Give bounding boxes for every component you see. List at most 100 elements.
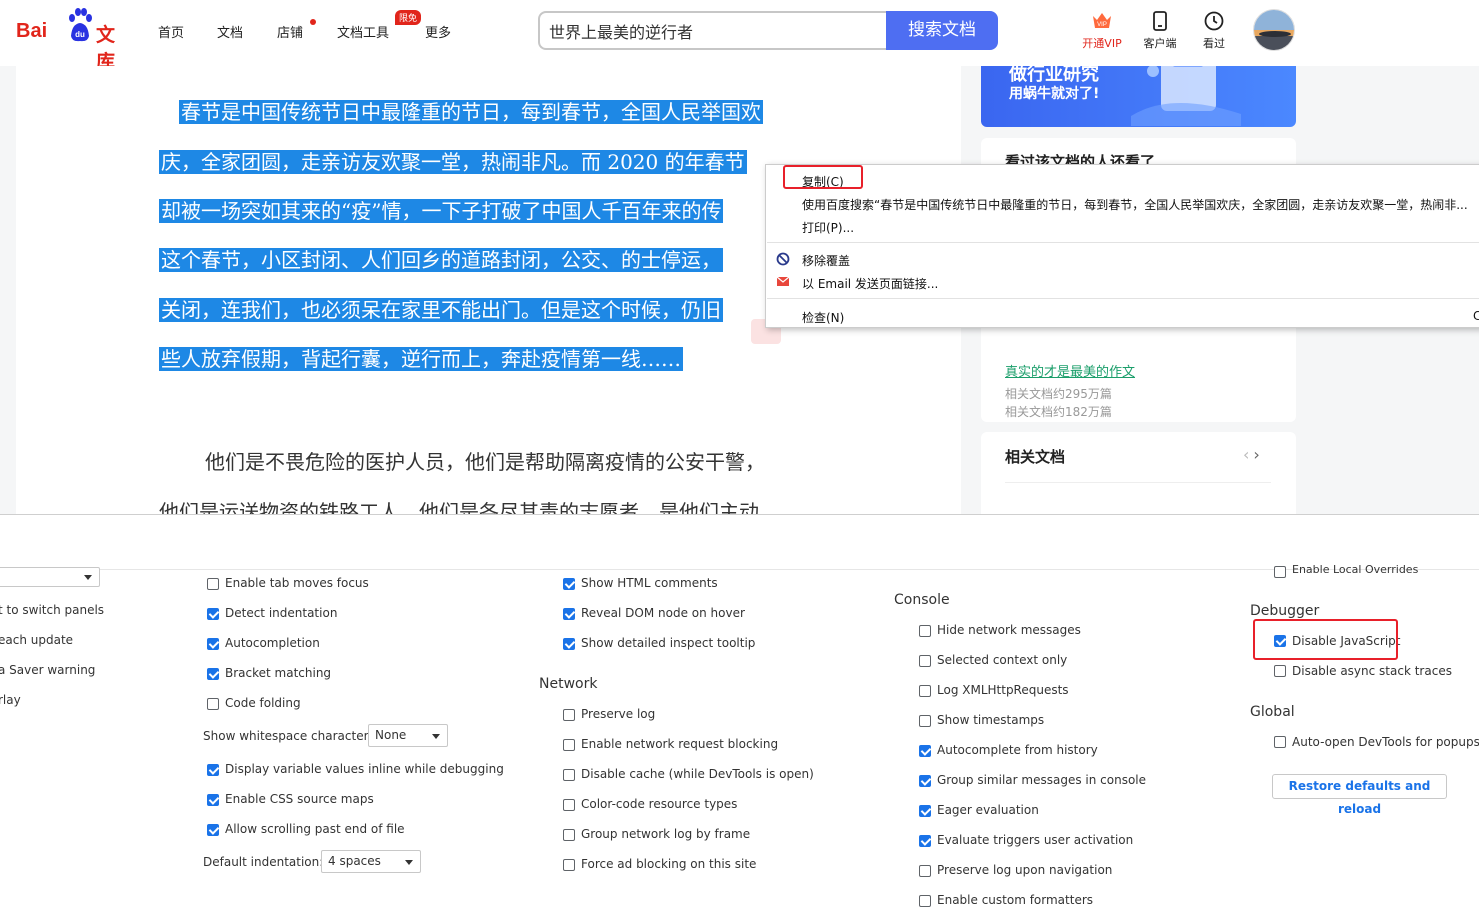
setting-checkbox[interactable]: [207, 764, 219, 776]
setting-checkbox[interactable]: [919, 745, 931, 757]
search-button[interactable]: 搜索文档: [886, 11, 998, 50]
setting-checkbox-label[interactable]: Group network log by frame: [581, 827, 750, 841]
setting-checkbox[interactable]: [919, 805, 931, 817]
menu-item-baidu-search[interactable]: 使用百度搜索“春节是中国传统节日中最隆重的节日，每到春节，全国人民举国欢庆，全家…: [802, 196, 1468, 213]
whitespace-select[interactable]: None: [368, 724, 448, 747]
baidu-paw-icon: du: [69, 8, 92, 42]
nav-shop[interactable]: 店铺: [277, 22, 303, 41]
setting-checkbox-label[interactable]: Enable CSS source maps: [225, 792, 374, 806]
setting-checkbox-label[interactable]: Disable cache (while DevTools is open): [581, 767, 814, 781]
setting-checkbox-label[interactable]: Autocomplete from history: [937, 743, 1098, 757]
setting-label[interactable]: t to switch panels: [0, 603, 104, 617]
setting-checkbox-label[interactable]: Show detailed inspect tooltip: [581, 636, 755, 650]
setting-checkbox-label[interactable]: Preserve log: [581, 707, 655, 721]
setting-checkbox[interactable]: [563, 769, 575, 781]
auto-open-devtools-label[interactable]: Auto-open DevTools for popups: [1292, 735, 1479, 749]
search-input[interactable]: [549, 13, 869, 48]
ad-illustration-icon: [1131, 66, 1241, 126]
doc-selected-line[interactable]: 这个春节，小区封闭、人们回乡的道路封闭，公交、的士停运，: [159, 247, 723, 273]
menu-separator: [767, 242, 1479, 243]
setting-label[interactable]: rlay: [0, 693, 21, 707]
menu-item-email-link[interactable]: 以 Email 发送页面链接...: [802, 275, 938, 292]
carousel-arrows: ‹›: [1243, 445, 1264, 464]
setting-checkbox-label[interactable]: Show timestamps: [937, 713, 1044, 727]
disable-async-label[interactable]: Disable async stack traces: [1292, 664, 1452, 678]
baidu-wenku-logo[interactable]: Bai du 文库: [16, 8, 126, 73]
setting-checkbox[interactable]: [207, 668, 219, 680]
setting-checkbox[interactable]: [563, 709, 575, 721]
setting-checkbox[interactable]: [207, 608, 219, 620]
setting-checkbox-label[interactable]: Log XMLHttpRequests: [937, 683, 1069, 697]
related-doc-link[interactable]: 真实的才是最美的作文: [1005, 361, 1135, 380]
nav-docs[interactable]: 文档: [217, 22, 243, 41]
setting-checkbox[interactable]: [207, 698, 219, 710]
indentation-select[interactable]: 4 spaces: [321, 850, 421, 873]
setting-checkbox-label[interactable]: Group similar messages in console: [937, 773, 1146, 787]
setting-checkbox-label[interactable]: Eager evaluation: [937, 803, 1039, 817]
setting-checkbox[interactable]: [207, 638, 219, 650]
setting-checkbox-label[interactable]: Display variable values inline while deb…: [225, 762, 504, 776]
setting-checkbox[interactable]: [563, 799, 575, 811]
setting-checkbox[interactable]: [563, 829, 575, 841]
setting-label[interactable]: a Saver warning: [0, 663, 95, 677]
setting-checkbox[interactable]: [207, 824, 219, 836]
setting-checkbox[interactable]: [919, 835, 931, 847]
setting-checkbox-label[interactable]: Enable tab moves focus: [225, 576, 369, 590]
doc-paragraph-line: 他们是运送物资的铁路工人，他们是各尽其责的志愿者，是他们主动: [159, 500, 759, 514]
setting-label[interactable]: each update: [0, 633, 73, 647]
setting-checkbox-label[interactable]: Evaluate triggers user activation: [937, 833, 1133, 847]
setting-checkbox-label[interactable]: Autocompletion: [225, 636, 320, 650]
setting-checkbox-label[interactable]: Allow scrolling past end of file: [225, 822, 405, 836]
setting-checkbox[interactable]: [563, 859, 575, 871]
doc-selected-line[interactable]: 些人放弃假期，背起行囊，逆行而上，奔赴疫情第一线……: [159, 346, 683, 372]
doc-selected-line[interactable]: 春节是中国传统节日中最隆重的节日，每到春节，全国人民举国欢: [179, 99, 763, 125]
setting-checkbox-label[interactable]: Preserve log upon navigation: [937, 863, 1112, 877]
setting-checkbox[interactable]: [919, 625, 931, 637]
setting-checkbox-label[interactable]: Detect indentation: [225, 606, 337, 620]
setting-checkbox-label[interactable]: Enable network request blocking: [581, 737, 778, 751]
setting-checkbox[interactable]: [563, 578, 575, 590]
setting-checkbox[interactable]: [919, 655, 931, 667]
client-button[interactable]: 客户端: [1136, 10, 1184, 55]
history-button[interactable]: 看过: [1190, 10, 1238, 55]
auto-open-devtools-checkbox[interactable]: [1274, 736, 1286, 748]
menu-item-remove-overlay[interactable]: 移除覆盖: [802, 252, 850, 269]
setting-checkbox-label[interactable]: Show HTML comments: [581, 576, 718, 590]
nav-more[interactable]: 更多: [425, 22, 451, 41]
setting-checkbox-label[interactable]: Enable custom formatters: [937, 893, 1093, 907]
setting-checkbox[interactable]: [207, 794, 219, 806]
doc-selected-line[interactable]: 却被一场突如其来的“疫”情，一下子打破了中国人千百年来的传: [159, 198, 724, 224]
setting-checkbox-label[interactable]: Bracket matching: [225, 666, 331, 680]
menu-item-inspect[interactable]: 检查(N): [802, 309, 844, 326]
setting-checkbox-label[interactable]: Hide network messages: [937, 623, 1081, 637]
disable-async-checkbox[interactable]: [1274, 665, 1286, 677]
doc-selected-line[interactable]: 庆，全家团圆，走亲访友欢聚一堂，热闹非凡。而 2020 的年春节: [159, 149, 747, 175]
nav-home[interactable]: 首页: [158, 22, 184, 41]
related-docs-card: 相关文档 ‹›: [981, 432, 1296, 514]
setting-checkbox[interactable]: [919, 685, 931, 697]
panel-select[interactable]: [0, 567, 100, 587]
chevron-right-icon[interactable]: ›: [1253, 445, 1263, 464]
setting-checkbox[interactable]: [563, 739, 575, 751]
nav-doc-tools[interactable]: 文档工具: [337, 22, 389, 41]
chevron-left-icon[interactable]: ‹: [1243, 445, 1253, 464]
setting-checkbox[interactable]: [919, 715, 931, 727]
doc-selected-line[interactable]: 关闭，连我们，也必须呆在家里不能出门。但是这个时候，仍旧: [159, 297, 723, 323]
setting-checkbox-label[interactable]: Force ad blocking on this site: [581, 857, 756, 871]
setting-checkbox[interactable]: [919, 865, 931, 877]
setting-checkbox-label[interactable]: Reveal DOM node on hover: [581, 606, 745, 620]
setting-checkbox-label[interactable]: Code folding: [225, 696, 301, 710]
setting-checkbox[interactable]: [207, 578, 219, 590]
vip-button[interactable]: VIP 开通VIP: [1078, 10, 1126, 55]
setting-checkbox-label[interactable]: Color-code resource types: [581, 797, 737, 811]
setting-checkbox-label[interactable]: Selected context only: [937, 653, 1067, 667]
restore-defaults-button[interactable]: Restore defaults and reload: [1272, 774, 1447, 816]
setting-checkbox[interactable]: [563, 638, 575, 650]
menu-item-print[interactable]: 打印(P)...: [802, 219, 854, 236]
setting-checkbox[interactable]: [563, 608, 575, 620]
setting-checkbox[interactable]: [919, 775, 931, 787]
local-overrides-checkbox[interactable]: [1274, 566, 1286, 578]
ad-banner[interactable]: 做行业研究 用蜗牛就对了!: [981, 66, 1296, 127]
user-avatar[interactable]: [1253, 9, 1295, 51]
setting-checkbox[interactable]: [919, 895, 931, 907]
